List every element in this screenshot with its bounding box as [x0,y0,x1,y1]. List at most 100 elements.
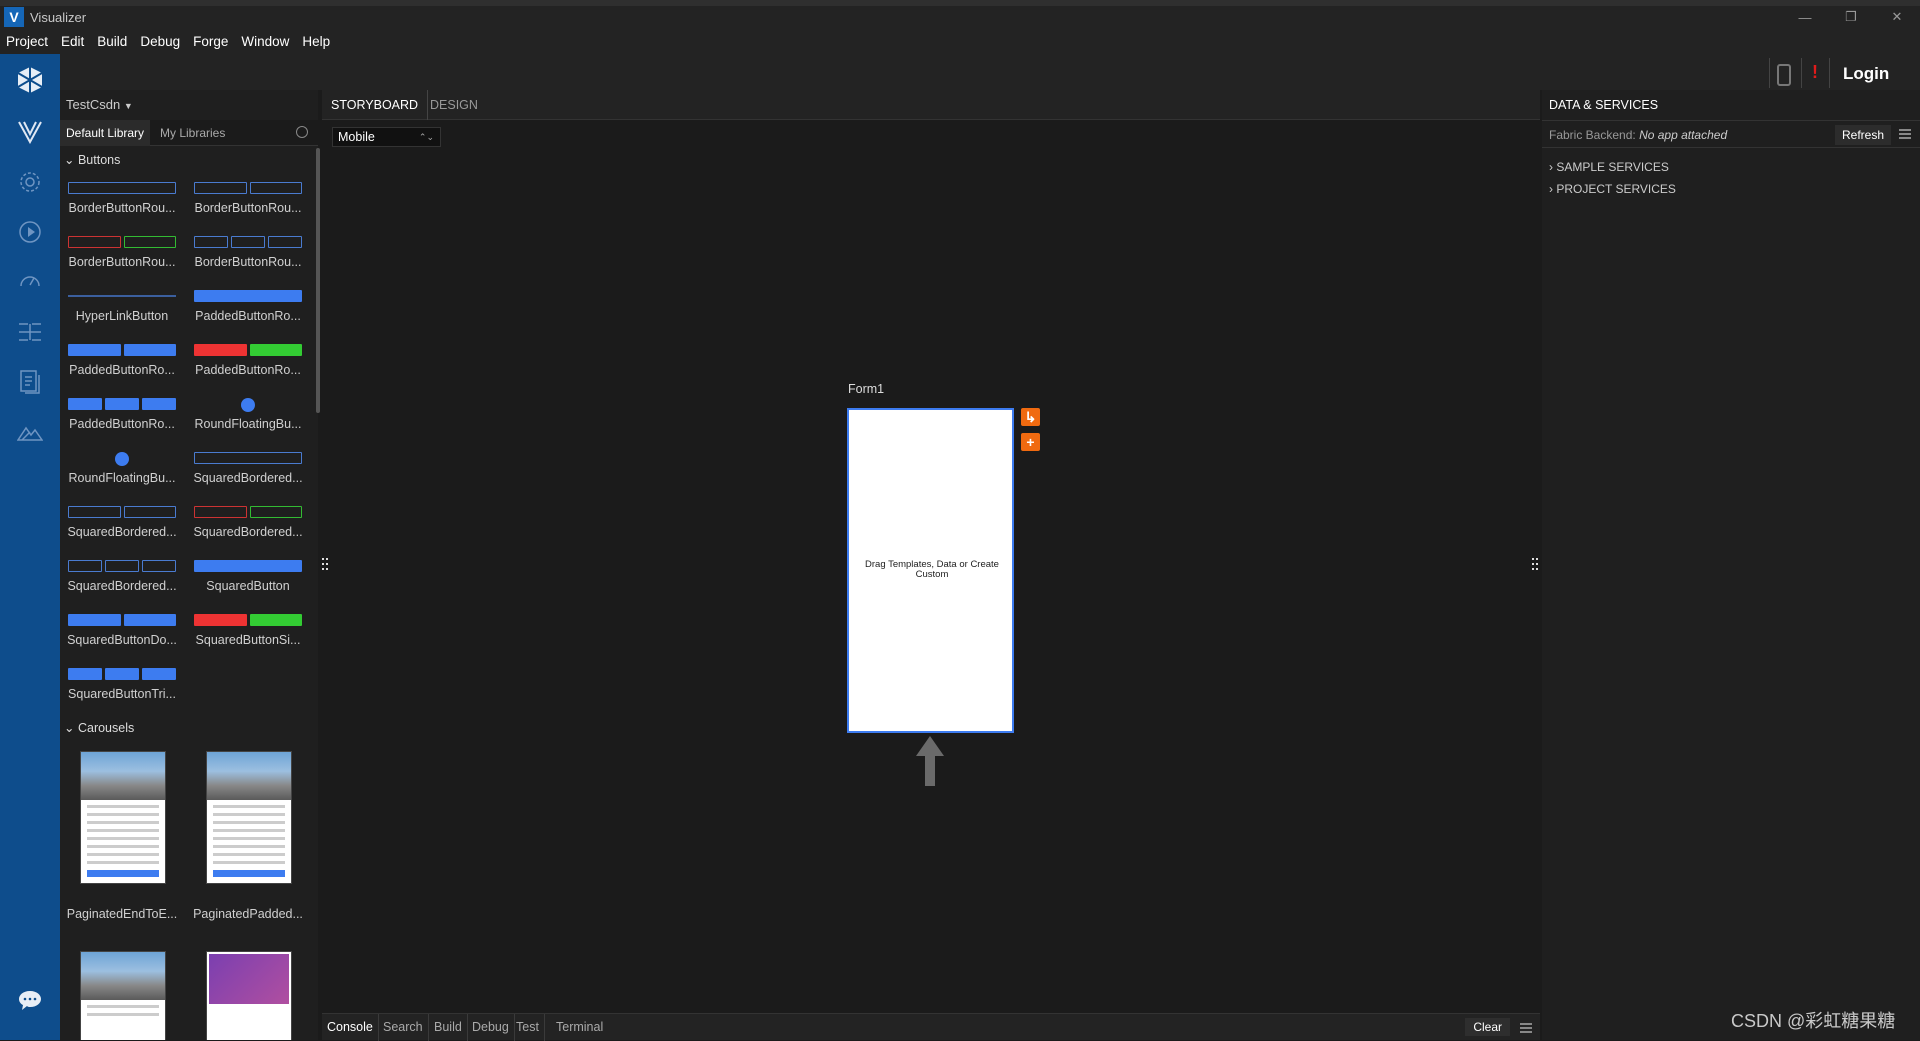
backend-value: No app attached [1639,128,1728,142]
drop-hint: Drag Templates, Data or Create Custom [865,559,999,580]
right-resize-handle[interactable] [1531,546,1539,586]
tab-test[interactable]: Test [511,1014,545,1041]
tab-my-libraries[interactable]: My Libraries [154,120,231,146]
connect-icon[interactable]: ↳ [1021,408,1040,426]
tab-console[interactable]: Console [322,1014,379,1041]
library-item[interactable]: PaddedButtonRo... [60,339,176,391]
maximize-button[interactable]: ❐ [1828,6,1874,28]
device-select[interactable]: Mobile ⌃⌄ [332,127,441,147]
clear-button[interactable]: Clear [1465,1018,1510,1036]
left-resize-handle[interactable] [321,546,329,586]
left-rail [0,54,60,1040]
item-label: SquaredButton [206,579,290,593]
library-item[interactable]: SquaredButtonSi... [186,609,302,661]
library-scrollbar[interactable] [316,148,320,413]
alert-icon[interactable]: ! [1812,62,1818,83]
form-canvas[interactable]: Drag Templates, Data or Create Custom [847,408,1014,733]
menu-edit[interactable]: Edit [61,34,84,49]
close-button[interactable]: ✕ [1874,6,1920,28]
minimize-button[interactable]: — [1782,6,1828,28]
tab-search[interactable]: Search [378,1014,429,1041]
editor-tabs: STORYBOARD DESIGN [322,90,1540,120]
workflow-icon[interactable] [14,316,46,348]
tab-terminal[interactable]: Terminal [551,1014,608,1041]
library-item[interactable]: SquaredButtonDo... [60,609,177,661]
tab-build[interactable]: Build [429,1014,468,1041]
tree-label: SAMPLE SERVICES [1556,160,1669,174]
item-label: SquaredBordered... [193,471,303,485]
carousel-thumbnail[interactable] [206,751,292,884]
library-item[interactable]: SquaredBordered... [186,501,303,553]
library-item[interactable]: SquaredBordered... [60,501,177,553]
chevron-down-icon: ⌄ [64,153,75,167]
tab-debug[interactable]: Debug [467,1014,515,1041]
category-label: Buttons [77,153,121,167]
menu-forge[interactable]: Forge [193,34,228,49]
chat-icon[interactable] [14,984,46,1016]
category-label: Carousels [77,721,135,735]
tree-item-sample-services[interactable]: › SAMPLE SERVICES [1549,160,1669,174]
refresh-button[interactable]: Refresh [1835,125,1892,145]
library-item[interactable]: BorderButtonRou... [60,177,176,229]
documents-icon[interactable] [14,366,46,398]
menu-window[interactable]: Window [241,34,289,49]
window-controls: — ❐ ✕ [1782,6,1920,28]
add-icon[interactable]: + [1021,433,1040,451]
menu-project[interactable]: Project [6,34,48,49]
tab-default-library[interactable]: Default Library [60,120,151,146]
mountains-icon[interactable] [14,416,46,448]
library-item[interactable]: BorderButtonRou... [186,231,302,283]
chevron-down-icon: ⌄ [64,721,75,735]
tab-storyboard[interactable]: STORYBOARD [322,90,429,120]
cube-logo-icon[interactable] [14,64,46,96]
library-item[interactable]: PaddedButtonRo... [60,393,176,445]
dashboard-gauge-icon[interactable] [14,266,46,298]
category-carousels[interactable]: ⌄ Carousels [64,720,134,735]
data-services-panel: DATA & SERVICES Fabric Backend: No app a… [1542,90,1920,1040]
item-label: BorderButtonRou... [194,201,302,215]
item-label: PaddedButtonRo... [195,309,301,323]
library-item[interactable]: BorderButtonRou... [60,231,176,283]
library-item[interactable]: HyperLinkButton [60,285,176,337]
chevron-down-icon: ▼ [123,101,133,111]
item-label: HyperLinkButton [75,309,169,323]
menu-icon[interactable] [1899,129,1911,139]
settings-gear-icon[interactable] [14,166,46,198]
window-title: Visualizer [30,9,87,25]
library-item[interactable]: SquaredButton [186,555,302,607]
menu-help[interactable]: Help [302,34,330,49]
library-item[interactable]: SquaredBordered... [186,447,303,499]
chevron-right-icon: › [1549,160,1553,174]
tree-label: PROJECT SERVICES [1556,182,1676,196]
login-button[interactable]: Login [1843,64,1889,84]
menu-debug[interactable]: Debug [140,34,180,49]
library-item[interactable]: SquaredBordered... [60,555,177,607]
item-label: SquaredButtonTri... [68,687,176,701]
item-label: SquaredBordered... [193,525,303,539]
category-buttons[interactable]: ⌄ Buttons [64,152,120,167]
item-label: PaddedButtonRo... [69,417,175,431]
menu-build[interactable]: Build [97,34,127,49]
divider [1769,58,1770,88]
library-item[interactable]: BorderButtonRou... [186,177,302,229]
visualizer-v-icon[interactable] [14,116,46,148]
project-selector[interactable]: TestCsdn ▼ [66,97,133,112]
library-item[interactable]: PaddedButtonRo... [186,339,302,391]
library-item[interactable]: RoundFloatingBu... [186,393,302,445]
library-item[interactable]: SquaredButtonTri... [60,663,176,715]
library-item[interactable]: RoundFloatingBu... [60,447,176,499]
fabric-backend-row: Fabric Backend: No app attached Refresh [1542,120,1920,148]
carousel-thumbnail[interactable] [80,751,166,884]
device-value: Mobile [338,130,375,144]
carousel-thumbnail[interactable] [80,951,166,1040]
preview-play-icon[interactable] [14,216,46,248]
title-bar: V Visualizer — ❐ ✕ [0,0,1920,28]
tab-design[interactable]: DESIGN [421,90,487,120]
carousel-thumbnail[interactable] [206,951,292,1040]
library-item[interactable]: PaddedButtonRo... [186,285,302,337]
menu-icon[interactable] [1520,1023,1532,1033]
search-icon[interactable] [296,126,308,138]
arrow-up-icon [915,734,945,793]
device-preview-icon[interactable] [1777,64,1791,86]
tree-item-project-services[interactable]: › PROJECT SERVICES [1549,182,1676,196]
